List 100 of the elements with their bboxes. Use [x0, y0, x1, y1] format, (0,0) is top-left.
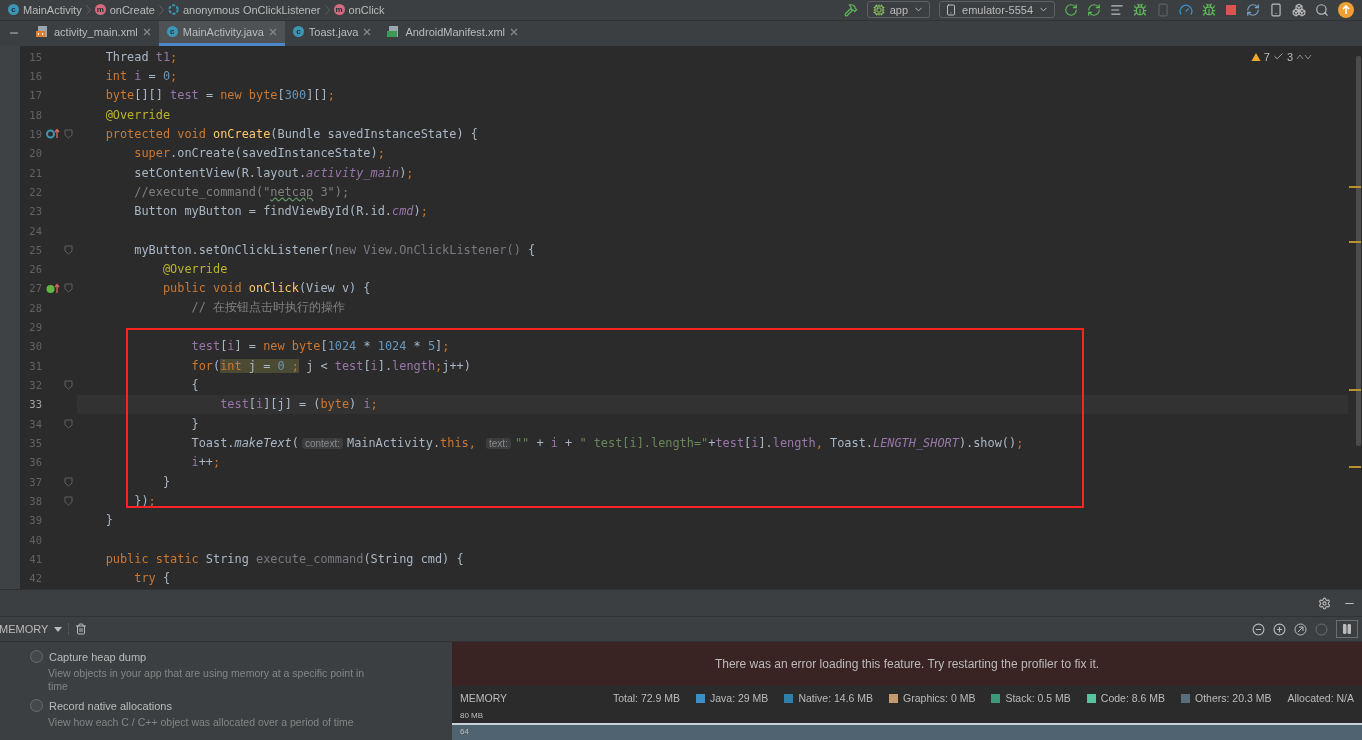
code-line: try { [133, 571, 171, 586]
line-number: 18 [28, 108, 42, 121]
fold-marker[interactable] [64, 496, 73, 507]
line-number: 28 [28, 301, 42, 314]
line-number: 25 [28, 243, 42, 256]
implement-marker-icon[interactable] [46, 283, 60, 294]
phone-icon[interactable] [1269, 2, 1283, 17]
line-number: 15 [28, 50, 42, 63]
module-icon [872, 3, 885, 16]
search-icon[interactable] [1315, 2, 1329, 17]
line-number: 22 [28, 185, 42, 198]
class-icon: c [166, 26, 178, 38]
breadcrumb-item[interactable]: c MainActivity [8, 3, 82, 16]
editor-tab[interactable]: c MainActivity.java [158, 20, 285, 46]
lines-icon[interactable] [1110, 2, 1124, 17]
close-icon[interactable] [142, 27, 151, 36]
code-line: test[i][j] = (byte) i; [219, 397, 378, 412]
chevron-icon [324, 4, 330, 15]
code-line: { [190, 378, 199, 393]
code-line: i++; [190, 455, 221, 470]
bug-icon[interactable] [1202, 2, 1216, 17]
rerun-icon[interactable] [1064, 2, 1078, 17]
warning-count: 7 [1263, 50, 1270, 63]
line-number: 35 [28, 437, 42, 450]
pause-icon [1341, 623, 1353, 636]
code-line: public void onClick(View v) { [161, 281, 371, 296]
breadcrumb-item[interactable]: m onCreate [94, 3, 155, 16]
fold-marker[interactable] [64, 380, 73, 391]
fold-marker[interactable] [64, 418, 73, 429]
line-number: 23 [28, 205, 42, 218]
line-number: 20 [28, 147, 42, 160]
line-number: 19 [28, 127, 42, 140]
line-number: 31 [28, 359, 42, 372]
editor-tab[interactable]: c Toast.java [284, 20, 380, 46]
close-icon[interactable] [363, 27, 372, 36]
override-marker-icon[interactable] [46, 128, 60, 140]
trash-icon[interactable] [75, 623, 88, 636]
line-number: 27 [28, 282, 42, 295]
weak-warning-count: 3 [1286, 50, 1293, 63]
manifest-file-icon [387, 25, 401, 39]
line-number: 39 [28, 514, 42, 527]
caret-icon [54, 626, 63, 632]
code-line: super.onCreate(savedInstanceState); [133, 146, 385, 161]
chevron-icon [85, 4, 91, 15]
line-number: 42 [28, 572, 42, 585]
code-line: // 在按钮点击时执行的操作 [190, 299, 346, 316]
device-dropdown[interactable]: emulator-5554 [939, 1, 1055, 19]
reset-zoom-icon[interactable] [1294, 622, 1307, 636]
axis-label: 64 [460, 727, 469, 737]
line-number: 38 [28, 495, 42, 508]
pause-button[interactable] [1336, 620, 1358, 639]
debug-bug-icon[interactable] [1133, 2, 1147, 17]
chart-title: MEMORY [460, 692, 509, 705]
code-line: protected void onCreate(Bundle savedInstanceState) { [104, 126, 478, 141]
fold-marker[interactable] [64, 283, 73, 294]
line-number: 26 [28, 263, 42, 276]
editor-tab[interactable]: activity_main.xml [28, 20, 159, 46]
class-icon: c [292, 26, 304, 38]
line-number: 21 [28, 166, 42, 179]
close-icon[interactable] [510, 27, 519, 36]
close-icon[interactable] [268, 27, 277, 36]
build-hammer-icon[interactable] [843, 2, 858, 17]
run-config-dropdown[interactable]: app [866, 1, 931, 19]
line-number: 32 [28, 379, 42, 392]
gauge-icon[interactable] [1179, 2, 1193, 17]
radio-option[interactable]: Record native allocations [30, 697, 452, 715]
code-line: for(int j = 0 ; j < test[i].length;j++) [190, 358, 471, 373]
editor-tab[interactable]: AndroidManifest.xml [379, 20, 527, 46]
navigate-arrows-icon[interactable] [1296, 52, 1312, 61]
breadcrumb-item[interactable]: m onClick [333, 3, 385, 16]
settings-icon[interactable] [1318, 596, 1331, 610]
code-line: public static String execute_command(String cmd) { [104, 552, 464, 567]
fold-marker[interactable] [64, 128, 73, 139]
line-number: 37 [28, 475, 42, 488]
code-line: myButton.setOnClickListener(new View.OnClickListener() { [133, 242, 536, 257]
option-description: View objects in your app that are using memory at a specific point in time [48, 667, 366, 694]
boxes-icon[interactable] [1292, 2, 1306, 17]
legend-label: Native: 14.6 MB [798, 692, 874, 705]
warning-icon[interactable] [1250, 51, 1261, 62]
fold-marker[interactable] [64, 476, 73, 487]
code-line: setContentView(R.layout.activity_main); [133, 165, 414, 180]
method-icon: m [94, 4, 106, 16]
stop-icon[interactable] [1225, 3, 1237, 16]
apply-changes-icon[interactable] [1087, 2, 1101, 17]
radio-option[interactable]: Capture heap dump [30, 648, 452, 666]
xml-file-icon [36, 25, 49, 39]
code-line: } [190, 416, 199, 431]
total-memory: Total: 72.9 MB [612, 692, 680, 705]
zoom-out-icon[interactable] [1252, 622, 1265, 636]
breadcrumb-item[interactable]: anonymous OnClickListener [167, 3, 321, 16]
line-number: 40 [28, 533, 42, 546]
line-number: 41 [28, 553, 42, 566]
line-number: 36 [28, 456, 42, 469]
zoom-in-icon[interactable] [1273, 622, 1286, 636]
profiler-view-dropdown[interactable]: MEMORY [0, 623, 70, 636]
code-line: } [161, 474, 171, 489]
fold-marker[interactable] [64, 244, 73, 255]
code-line: int i = 0; [104, 68, 178, 83]
sync-icon[interactable] [1246, 2, 1260, 17]
legend-label: Java: 29 MB [710, 692, 769, 705]
